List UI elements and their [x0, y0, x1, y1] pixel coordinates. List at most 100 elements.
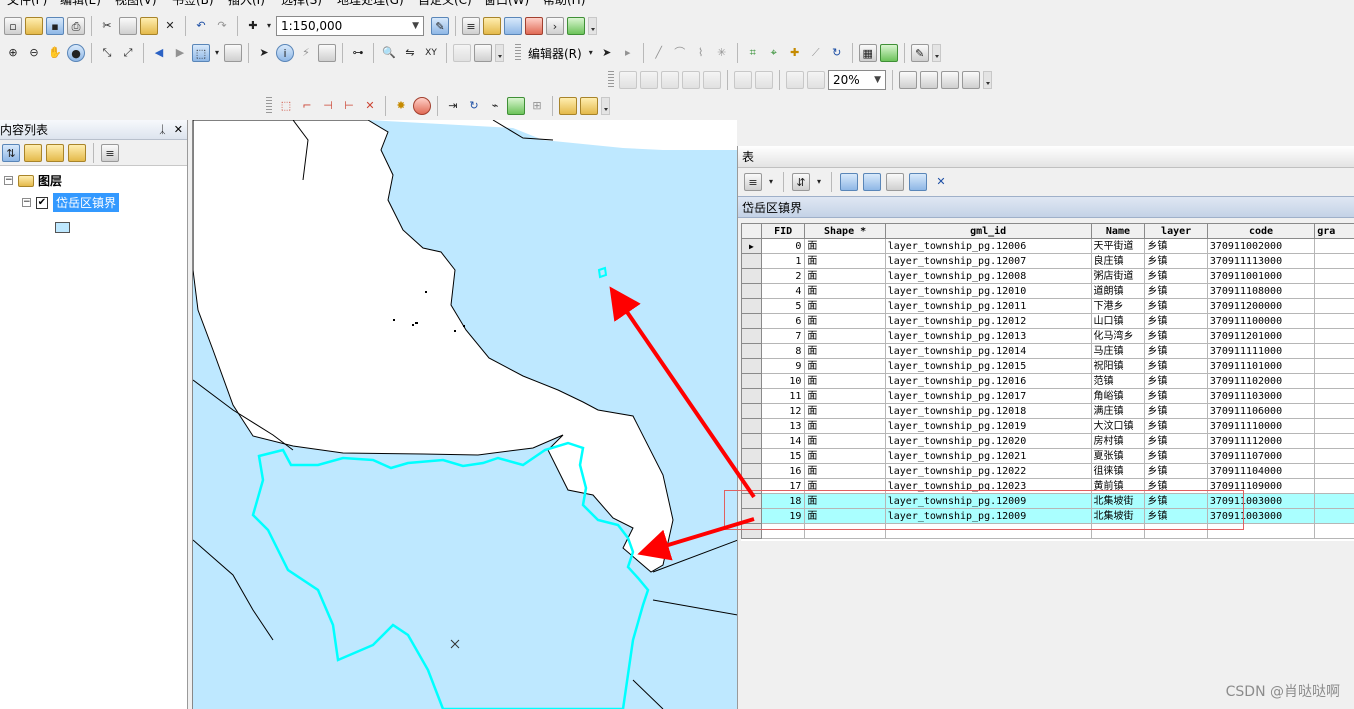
cell-shape[interactable]: 面 [804, 463, 886, 479]
cell-gml-id[interactable]: layer_township_pg.12006 [884, 238, 1092, 254]
cell-gra[interactable] [1314, 253, 1354, 269]
cell-code[interactable]: 370911100000 [1206, 313, 1316, 329]
cell-gra[interactable] [1314, 238, 1354, 254]
cell-shape[interactable]: 面 [804, 478, 886, 494]
table-row[interactable]: 17 面 layer_township_pg.12023 黄前镇 乡镇 370911109… [741, 478, 1354, 494]
cell-code[interactable]: 370911103000 [1206, 388, 1316, 404]
column-header[interactable]: FID [760, 223, 806, 239]
table-row[interactable]: 8 面 layer_township_pg.12014 马庄镇 乡镇 3709111110… [741, 343, 1354, 359]
cell-layer[interactable]: 乡镇 [1144, 493, 1208, 509]
measure-icon[interactable]: ⊶ [349, 44, 367, 62]
search-window-icon[interactable] [504, 17, 522, 35]
editor-toolbar-icon[interactable]: ✎ [431, 17, 449, 35]
cell-code[interactable]: 370911101000 [1206, 358, 1316, 374]
cell-name[interactable]: 下港乡 [1090, 298, 1146, 314]
fillet-icon[interactable]: ⌐ [298, 97, 316, 115]
cell-name[interactable]: 黄前镇 [1090, 478, 1146, 494]
menu-item[interactable]: 视图(V) [115, 0, 157, 7]
new-document-icon[interactable]: ▫ [4, 17, 22, 35]
cell-gra[interactable] [1314, 343, 1354, 359]
cell-shape[interactable]: 面 [804, 343, 886, 359]
cell-code[interactable]: 370911108000 [1206, 283, 1316, 299]
copy-icon[interactable] [119, 17, 137, 35]
layer-item[interactable]: − ✔ 岱岳区镇界 [22, 193, 120, 212]
save-icon[interactable]: ▪ [46, 17, 64, 35]
cell-shape[interactable]: 面 [804, 493, 886, 509]
cell-fid[interactable]: 4 [760, 283, 806, 299]
edit-tool-icon[interactable]: ➤ [598, 44, 616, 62]
empty-cell[interactable] [884, 523, 1092, 539]
empty-cell[interactable] [760, 523, 806, 539]
cell-gra[interactable] [1314, 403, 1354, 419]
zoom-out-icon[interactable]: ⊖ [25, 44, 43, 62]
layout-zoom-in-icon[interactable] [619, 71, 637, 89]
cell-fid[interactable]: 11 [760, 388, 806, 404]
cell-gml-id[interactable]: layer_township_pg.12017 [884, 388, 1092, 404]
editor-menu[interactable]: 编辑器(R) [526, 45, 584, 62]
column-header[interactable]: gra [1314, 223, 1354, 239]
table-row[interactable]: 18 面 layer_township_pg.12009 北集坡街 乡镇 37091100… [741, 493, 1354, 509]
menu-item[interactable]: 编辑(E) [60, 0, 101, 7]
table-row[interactable]: 15 面 layer_township_pg.12021 夏张镇 乡镇 370911107… [741, 448, 1354, 464]
table-options-icon[interactable]: ≡ [744, 173, 762, 191]
cell-gml-id[interactable]: layer_township_pg.12018 [884, 403, 1092, 419]
menu-item[interactable]: 窗口(W) [484, 0, 529, 7]
fixed-zoom-in-layout-icon[interactable] [734, 71, 752, 89]
row-selector[interactable] [741, 253, 762, 269]
straight-segment-icon[interactable]: ╱ [650, 44, 668, 62]
edit-annotation-icon[interactable]: ▸ [619, 44, 637, 62]
row-selector[interactable] [741, 373, 762, 389]
menu-item[interactable]: 选择(S) [281, 0, 322, 7]
table-options-dropdown-icon[interactable]: ▾ [767, 173, 775, 191]
layers-root[interactable]: − 图层 [4, 172, 62, 189]
select-elements-icon[interactable]: ➤ [255, 44, 273, 62]
cell-fid[interactable]: 9 [760, 358, 806, 374]
row-selector[interactable] [741, 403, 762, 419]
construct-geodetic-icon[interactable] [413, 97, 431, 115]
cell-name[interactable]: 徂徕镇 [1090, 463, 1146, 479]
switch-selection-icon[interactable] [863, 173, 881, 191]
cell-shape[interactable]: 面 [804, 508, 886, 524]
rotate-icon[interactable]: ↻ [828, 44, 846, 62]
delete-selected-icon[interactable]: ✕ [932, 173, 950, 191]
cell-code[interactable]: 370911201000 [1206, 328, 1316, 344]
toolbar-grip-icon[interactable] [515, 44, 521, 62]
cell-code[interactable]: 370911003000 [1206, 493, 1316, 509]
back-extent-icon[interactable]: ◀ [150, 44, 168, 62]
layout-zoom-combobox[interactable]: 20% ▼ [828, 70, 886, 90]
add-data-dropdown-icon[interactable]: ▾ [265, 17, 273, 35]
cell-fid[interactable]: 6 [760, 313, 806, 329]
model-builder-icon[interactable] [567, 17, 585, 35]
toolbar-grip-icon[interactable] [266, 97, 272, 115]
table-row[interactable]: 19 面 layer_township_pg.12009 北集坡街 乡镇 37091100… [741, 508, 1354, 524]
redo-icon[interactable]: ↷ [213, 17, 231, 35]
full-extent-icon[interactable]: ● [67, 44, 85, 62]
cell-shape[interactable]: 面 [804, 283, 886, 299]
cell-gml-id[interactable]: layer_township_pg.12022 [884, 463, 1092, 479]
select-features-icon[interactable]: ⬚ [192, 44, 210, 62]
cell-gra[interactable] [1314, 508, 1354, 524]
list-by-visibility-icon[interactable] [46, 143, 64, 162]
focus-data-frame-icon[interactable] [920, 71, 938, 89]
cell-fid[interactable]: 10 [760, 373, 806, 389]
cell-code[interactable]: 370911102000 [1206, 373, 1316, 389]
layer-visibility-checkbox[interactable]: ✔ [36, 196, 48, 209]
cell-gml-id[interactable]: layer_township_pg.12011 [884, 298, 1092, 314]
list-by-source-icon[interactable] [24, 143, 42, 162]
cell-layer[interactable]: 乡镇 [1144, 448, 1208, 464]
cell-fid[interactable]: 17 [760, 478, 806, 494]
zoom-in-icon[interactable]: ⊕ [4, 44, 22, 62]
row-selector[interactable] [741, 418, 762, 434]
align-to-shape-icon[interactable]: ⇥ [444, 97, 462, 115]
table-of-contents-icon[interactable]: ≡ [462, 17, 480, 35]
cell-layer[interactable]: 乡镇 [1144, 433, 1208, 449]
cell-gml-id[interactable]: layer_township_pg.12021 [884, 448, 1092, 464]
cell-layer[interactable]: 乡镇 [1144, 418, 1208, 434]
table-row[interactable]: 10 面 layer_township_pg.12016 范镇 乡镇 3709111020… [741, 373, 1354, 389]
cell-shape[interactable]: 面 [804, 358, 886, 374]
row-selector[interactable] [741, 268, 762, 284]
cell-gra[interactable] [1314, 313, 1354, 329]
table-row[interactable]: 12 面 layer_township_pg.12018 满庄镇 乡镇 370911106… [741, 403, 1354, 419]
cell-gml-id[interactable]: layer_township_pg.12012 [884, 313, 1092, 329]
cell-code[interactable]: 370911104000 [1206, 463, 1316, 479]
